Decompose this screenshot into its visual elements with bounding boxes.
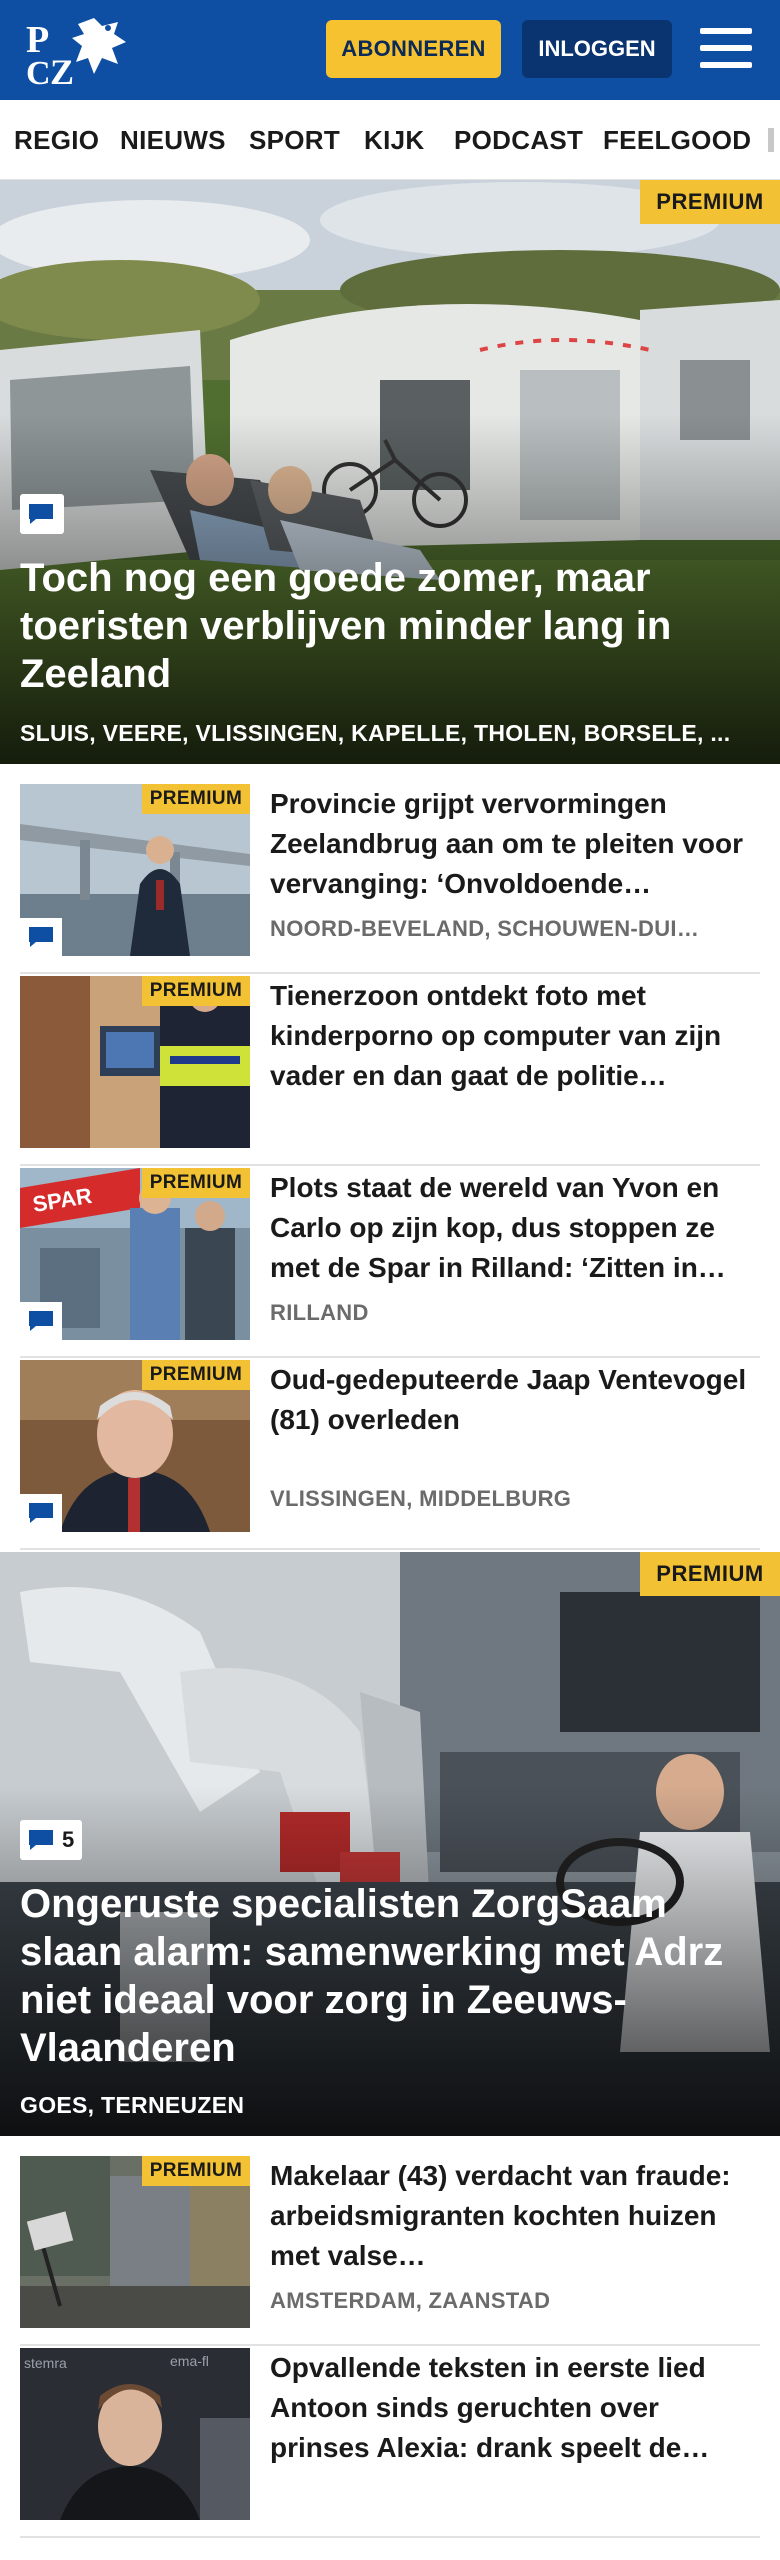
premium-badge: PREMIUM xyxy=(640,180,780,224)
hero-title[interactable]: Toch nog een goede zomer, maar toeristen… xyxy=(20,554,750,698)
pzc-logo[interactable]: P Z C xyxy=(22,12,132,88)
list-item[interactable]: PREMIUM Makelaar (43) verdacht van fraud… xyxy=(20,2156,760,2346)
list-item[interactable]: PREMIUM Oud-gedeputeerde Jaap Ventevogel… xyxy=(20,1360,760,1550)
thumb-image-singer: stemra ema-fl xyxy=(20,2348,250,2520)
list-item[interactable]: stemra ema-fl Opvallende teksten in eers… xyxy=(20,2348,760,2538)
comment-badge[interactable] xyxy=(20,494,64,534)
nav-item-podcast[interactable]: PODCAST xyxy=(454,100,583,179)
article-thumbnail: SPAR PREMIUM xyxy=(20,1168,250,1340)
article-title[interactable]: Opvallende teksten in eerste lied Antoon… xyxy=(270,2348,760,2468)
svg-text:C: C xyxy=(26,55,51,88)
nav-item-kijk[interactable]: KIJK xyxy=(364,100,424,179)
hero-locations: GOES, TERNEUZEN xyxy=(20,2092,245,2118)
svg-text:Z: Z xyxy=(50,52,74,88)
hero-title[interactable]: Ongeruste specialisten ZorgSaam slaan al… xyxy=(20,1880,750,2072)
article-thumbnail: PREMIUM xyxy=(20,976,250,1148)
subscribe-button[interactable]: ABONNEREN xyxy=(326,20,501,78)
comment-icon xyxy=(29,504,53,524)
premium-badge: PREMIUM xyxy=(142,784,250,814)
nav-item-regio[interactable]: REGIO xyxy=(14,100,99,179)
article-title[interactable]: Oud-gedeputeerde Jaap Ventevogel (81) ov… xyxy=(270,1360,760,1480)
comment-badge[interactable] xyxy=(20,1494,62,1532)
article-locations: AMSTERDAM, ZAANSTAD xyxy=(270,2288,551,2313)
article-thumbnail: PREMIUM xyxy=(20,784,250,956)
comment-icon xyxy=(29,1503,53,1523)
article-title[interactable]: Tienerzoon ontdekt foto met kinderporno … xyxy=(270,976,760,1096)
hero-article-camping[interactable]: PREMIUM Toch nog een goede zomer, maar t… xyxy=(0,180,780,764)
article-locations: VLISSINGEN, MIDDELBURG xyxy=(270,1486,572,1511)
article-thumbnail: PREMIUM xyxy=(20,2156,250,2328)
comment-badge[interactable]: 5 xyxy=(20,1820,83,1860)
hamburger-menu-icon[interactable] xyxy=(700,24,752,72)
premium-badge: PREMIUM xyxy=(142,2156,250,2186)
svg-text:ema-fl: ema-fl xyxy=(170,2353,209,2369)
nav-item-feelgood[interactable]: FEELGOOD xyxy=(603,100,751,179)
comment-count: 5 xyxy=(62,1827,75,1852)
article-thumbnail: PREMIUM xyxy=(20,1360,250,1532)
nav-item-sport[interactable]: SPORT xyxy=(249,100,340,179)
article-locations: RILLAND xyxy=(270,1300,369,1325)
article-title[interactable]: Provincie grijpt vervormingen Zeelandbru… xyxy=(270,784,760,904)
list-item[interactable]: PREMIUM Tienerzoon ontdekt foto met kind… xyxy=(20,976,760,1166)
hero-locations: SLUIS, VEERE, VLISSINGEN, KAPELLE, THOLE… xyxy=(20,720,731,746)
section-nav: REGIO NIEUWS SPORT KIJK PODCAST FEELGOOD xyxy=(0,100,780,180)
hero-article-zorgsaam[interactable]: PREMIUM 5 Ongeruste specialisten ZorgSaa… xyxy=(0,1552,780,2136)
premium-badge: PREMIUM xyxy=(142,1360,250,1390)
article-locations: NOORD-BEVELAND, SCHOUWEN-DUI… xyxy=(270,916,700,941)
article-title[interactable]: Plots staat de wereld van Yvon en Carlo … xyxy=(270,1168,760,1288)
comment-badge[interactable] xyxy=(20,918,62,956)
nav-overflow-hint xyxy=(768,128,774,152)
nav-item-nieuws[interactable]: NIEUWS xyxy=(120,100,226,179)
list-item[interactable]: SPAR PREMIUM Plots staat de wereld van Y… xyxy=(20,1168,760,1358)
premium-badge: PREMIUM xyxy=(142,1168,250,1198)
comment-icon xyxy=(29,927,53,947)
comment-icon xyxy=(29,1311,53,1331)
comment-icon xyxy=(29,1830,53,1850)
premium-badge: PREMIUM xyxy=(142,976,250,1006)
premium-badge: PREMIUM xyxy=(640,1552,780,1596)
site-header: P Z C ABONNEREN INLOGGEN xyxy=(0,0,780,100)
article-thumbnail: stemra ema-fl xyxy=(20,2348,250,2520)
comment-badge[interactable] xyxy=(20,1302,62,1340)
login-button[interactable]: INLOGGEN xyxy=(522,20,672,78)
article-title[interactable]: Makelaar (43) verdacht van fraude: arbei… xyxy=(270,2156,760,2276)
svg-text:stemra: stemra xyxy=(24,2355,67,2371)
list-item[interactable]: PREMIUM Provincie grijpt vervormingen Ze… xyxy=(20,784,760,974)
